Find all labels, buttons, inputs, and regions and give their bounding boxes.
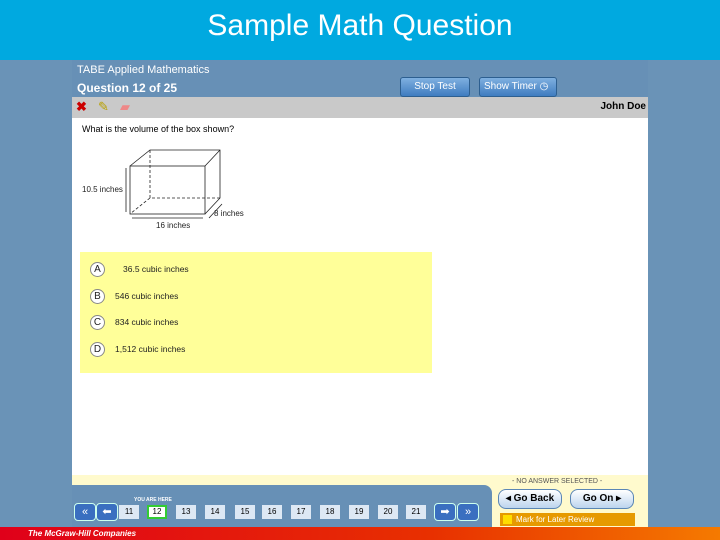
eliminate-icon[interactable]: ✖ [76,99,87,115]
next-page-icon[interactable]: ➡ [434,503,456,521]
prev-page-icon[interactable]: ⬅ [96,503,118,521]
page-14-button[interactable]: 14 [205,505,225,519]
page-13-button[interactable]: 13 [176,505,196,519]
svg-text:10.5 inches: 10.5 inches [82,185,123,194]
page-18-button[interactable]: 18 [320,505,340,519]
show-timer-button[interactable]: Show Timer ◷ [479,77,557,97]
page-11-button[interactable]: 11 [119,505,139,519]
answer-status: - NO ANSWER SELECTED - [512,478,603,485]
answer-choices: A 36.5 cubic inches B 546 cubic inches C 83… [80,252,432,373]
option-b[interactable]: B 546 cubic inches [90,289,178,305]
last-page-icon[interactable]: » [457,503,479,521]
question-counter: Question 12 of 25 [77,81,178,95]
eraser-icon[interactable]: ▰ [120,99,130,115]
option-d[interactable]: D 1,512 cubic inches [90,342,185,358]
checkbox-icon[interactable] [503,515,512,524]
toolbar: ✖ ✎ ▰ John Doe [72,97,648,118]
page-20-button[interactable]: 20 [378,505,398,519]
page-19-button[interactable]: 19 [349,505,369,519]
page-21-button[interactable]: 21 [406,505,426,519]
svg-text:16 inches: 16 inches [156,221,190,230]
navigation-area: YOU ARE HERE « ⬅ 11 12 13 14 15 16 17 18 19 20 21 … [72,475,648,527]
footer-logo: The McGraw-Hill Companies [0,527,720,540]
option-c[interactable]: C 834 cubic inches [90,315,178,331]
you-are-here-label: YOU ARE HERE [134,497,172,503]
mark-review-button[interactable]: Mark for Later Review [500,513,635,526]
highlighter-icon[interactable]: ✎ [98,99,109,115]
page-15-button[interactable]: 15 [235,505,255,519]
page-16-button[interactable]: 16 [262,505,282,519]
svg-text:8 inches: 8 inches [214,209,244,218]
go-on-button[interactable]: Go On ▸ [570,489,634,509]
subject: TABE Applied Mathematics [77,64,210,76]
header: TABE Applied Mathematics Question 12 of … [72,60,648,97]
slide-title: Sample Math Question [0,0,720,60]
test-window: TABE Applied Mathematics Question 12 of … [72,60,648,527]
question-text: What is the volume of the box shown? [82,124,235,134]
first-page-icon[interactable]: « [74,503,96,521]
box-figure: 10.5 inches 8 inches 16 inches [82,149,244,230]
stop-test-button[interactable]: Stop Test [400,77,470,97]
page-12-button[interactable]: 12 [147,505,167,519]
question-navigator: YOU ARE HERE « ⬅ 11 12 13 14 15 16 17 18 19 20 21 … [72,485,492,527]
go-back-button[interactable]: ◂ Go Back [498,489,562,509]
page-17-button[interactable]: 17 [291,505,311,519]
option-a[interactable]: A 36.5 cubic inches [90,262,189,278]
clock-icon: ◷ [539,81,549,92]
user-name: John Doe [600,101,646,112]
